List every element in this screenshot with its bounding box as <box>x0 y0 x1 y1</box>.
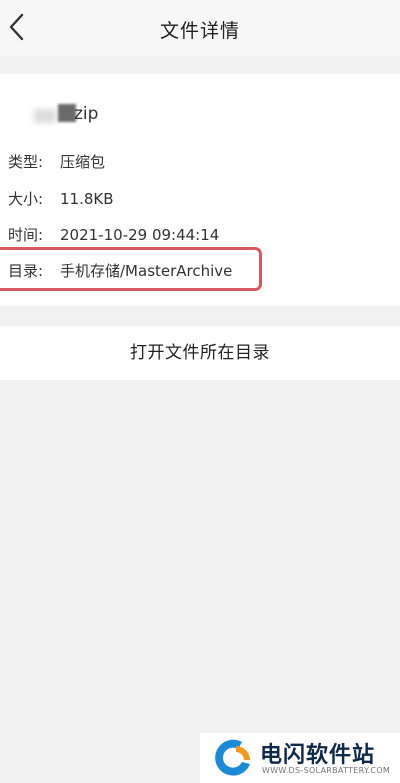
file-info-card: zip 类型: 压缩包 大小: 11.8KB 时间: 2021-10-29 09:44… <box>0 74 400 306</box>
file-name: zip <box>74 104 99 124</box>
watermark-url: WWW.DS-SOLARBATTERY.COM <box>262 766 391 775</box>
file-type-row: 类型: 压缩包 <box>8 151 105 172</box>
file-time-label: 时间: <box>8 226 44 244</box>
file-size-row: 大小: 11.8KB <box>8 188 114 209</box>
header-bar: 文件详情 <box>0 0 400 56</box>
file-time-value: 2021-10-29 09:44:14 <box>60 226 220 244</box>
open-directory-button[interactable]: 打开文件所在目录 <box>0 326 400 380</box>
file-size-label: 大小: <box>8 190 44 208</box>
open-directory-label: 打开文件所在目录 <box>130 343 270 363</box>
watermark-logo-icon <box>215 739 250 776</box>
page-title: 文件详情 <box>159 20 240 42</box>
watermark-title: 电闪软件站 <box>260 743 376 768</box>
file-size-value: 11.8KB <box>60 190 114 208</box>
file-type-label: 类型: <box>8 153 44 171</box>
redacted-name-blur <box>34 109 56 123</box>
directory-highlight-box <box>0 247 262 291</box>
watermark: 电闪软件站 WWW.DS-SOLARBATTERY.COM <box>200 733 400 783</box>
file-time-row: 时间: 2021-10-29 09:44:14 <box>8 224 219 245</box>
file-type-value: 压缩包 <box>60 153 106 171</box>
